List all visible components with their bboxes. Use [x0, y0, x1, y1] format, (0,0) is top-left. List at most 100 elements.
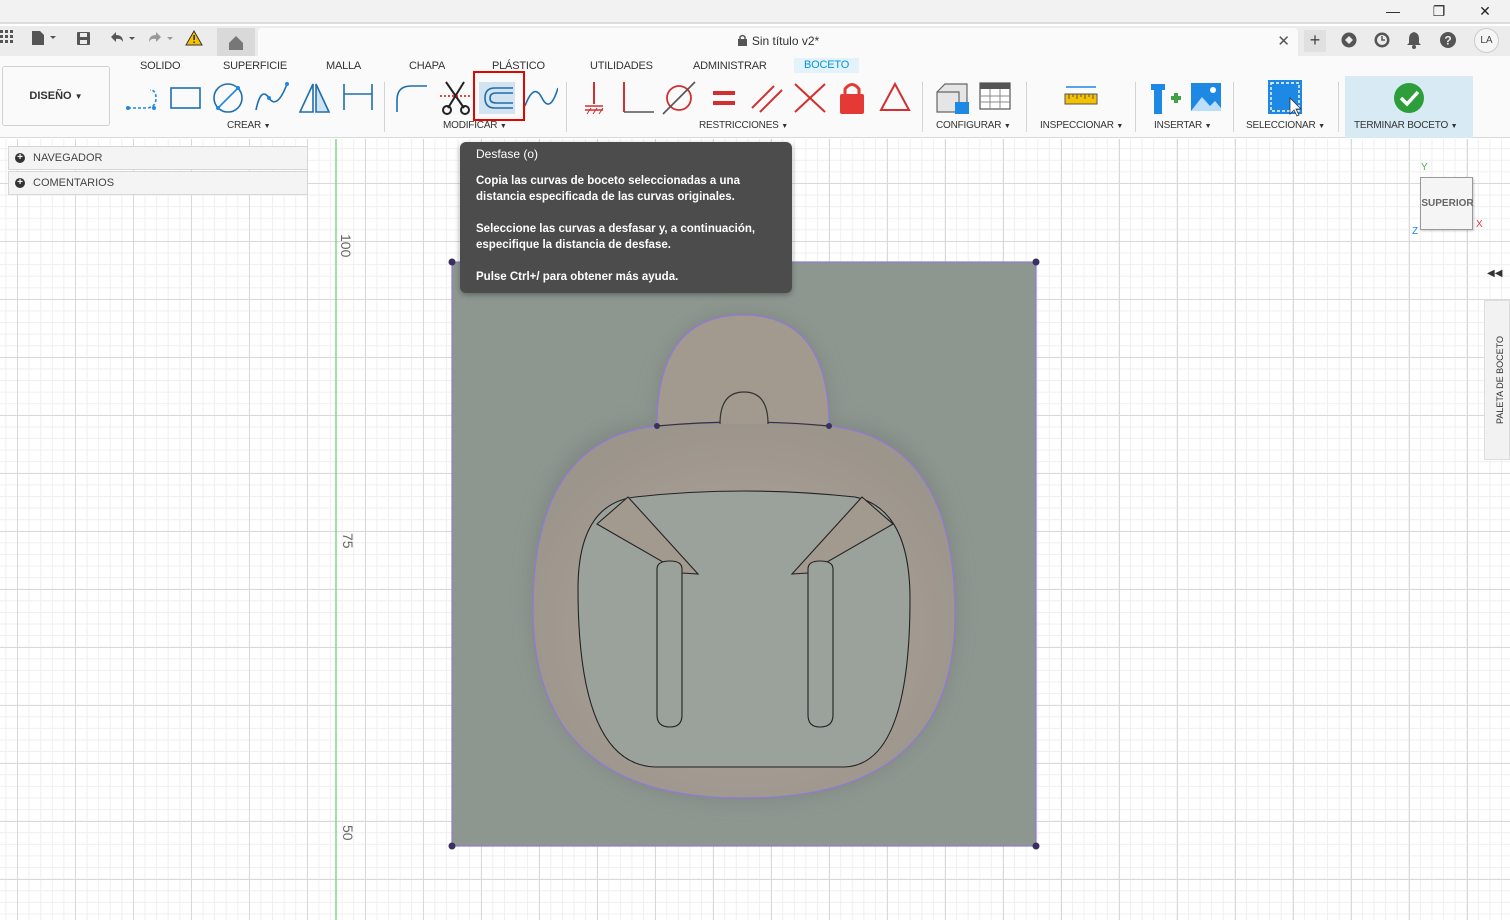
separator [922, 82, 923, 132]
axis-x-label: X [1476, 219, 1483, 230]
chevron-down-icon: ▼ [263, 123, 271, 130]
group-crear[interactable]: CREAR ▼ [227, 120, 271, 131]
navegador-panel[interactable]: + NAVEGADOR [8, 146, 308, 170]
tab-boceto[interactable]: BOCETO [794, 58, 860, 73]
help-icon[interactable]: ? [1439, 31, 1457, 53]
tab-utilidades[interactable]: UTILIDADES [590, 60, 653, 72]
project-tool-icon[interactable] [522, 78, 558, 118]
fillet-tool-icon[interactable] [393, 78, 429, 118]
group-restricciones[interactable]: RESTRICCIONES ▼ [699, 120, 788, 131]
svg-text:?: ? [1444, 34, 1451, 48]
dimension-tool-icon[interactable] [339, 78, 375, 118]
insert-canvas-icon[interactable] [1188, 78, 1224, 118]
tooltip-help-hint: Pulse Ctrl+/ para obtener más ayuda. [476, 271, 679, 283]
insert-mcmaster-icon[interactable] [1147, 78, 1183, 118]
group-modificar-label: MODIFICAR [443, 120, 498, 131]
job-status-icon[interactable] [1373, 31, 1391, 53]
sketch-point[interactable] [826, 423, 832, 429]
comentarios-label: COMENTARIOS [33, 177, 115, 189]
right-eye-slot[interactable] [807, 560, 834, 728]
tooltip-instructions: Seleccione las curvas a desfasar y, a co… [476, 223, 756, 251]
sketch-palette-tab[interactable]: PALETA DE BOCETO [1484, 300, 1510, 460]
separator [384, 82, 385, 132]
sketch-palette-label: PALETA DE BOCETO [1495, 335, 1505, 425]
group-modificar[interactable]: MODIFICAR ▼ [443, 120, 507, 131]
group-seleccionar-label: SELECCIONAR [1246, 120, 1316, 131]
equal-constraint-icon[interactable] [705, 78, 741, 118]
ruler-label: 50 [340, 825, 356, 841]
group-inspeccionar[interactable]: INSPECCIONAR ▼ [1040, 120, 1123, 131]
collapse-palette-icon[interactable]: ◀◀ [1487, 268, 1502, 279]
separator [566, 82, 567, 132]
sketch-settings-icon[interactable] [977, 78, 1013, 118]
symmetry-constraint-icon[interactable] [877, 78, 913, 118]
sketch-point[interactable] [654, 423, 660, 429]
tab-administrar[interactable]: ADMINISTRAR [693, 60, 767, 72]
spline-tool-icon[interactable] [253, 78, 289, 118]
file-menu-icon[interactable] [30, 30, 60, 50]
document-tab[interactable]: Sin título v2* ✕ [258, 28, 1298, 56]
save-icon[interactable] [76, 31, 91, 50]
notifications-icon[interactable] [1406, 31, 1422, 53]
tab-superficie[interactable]: SUPERFICIE [223, 60, 287, 72]
comentarios-panel[interactable]: + COMENTARIOS [8, 171, 308, 195]
view-cube[interactable]: SUPERIOR [1420, 177, 1474, 230]
extensions-icon[interactable] [1340, 31, 1358, 53]
group-seleccionar[interactable]: SELECCIONAR ▼ [1246, 120, 1325, 131]
sketch-point[interactable] [1032, 842, 1040, 850]
ribbon-toolbar: DISEÑO ▼ SOLIDO SUPERFICIE MALLA CHAPA P… [0, 56, 1510, 138]
fix-constraint-icon[interactable] [834, 78, 870, 118]
group-inspeccionar-label: INSPECCIONAR [1040, 120, 1114, 131]
chevron-down-icon: ▼ [781, 123, 788, 130]
group-insertar-label: INSERTAR [1154, 120, 1203, 131]
tooltip-title: Desfase (o) [476, 147, 539, 161]
finish-sketch-button[interactable]: TERMINAR BOCETO ▼ [1345, 76, 1473, 138]
trim-tool-icon[interactable] [438, 78, 474, 118]
group-insertar[interactable]: INSERTAR ▼ [1154, 120, 1212, 131]
undo-icon[interactable] [108, 30, 138, 50]
parallel-constraint-icon[interactable] [748, 78, 784, 118]
mirror-tool-icon[interactable] [296, 78, 332, 118]
measure-icon[interactable] [1063, 78, 1099, 118]
expand-icon[interactable]: + [15, 178, 25, 188]
coincident-constraint-icon[interactable] [577, 78, 613, 118]
lock-icon [737, 34, 748, 50]
circle-tool-icon[interactable] [210, 78, 246, 118]
minimize-icon[interactable]: — [1370, 0, 1416, 22]
tab-malla[interactable]: MALLA [326, 60, 361, 72]
user-avatar[interactable]: LA [1474, 28, 1499, 53]
select-icon[interactable] [1266, 78, 1302, 118]
restore-icon[interactable]: ❐ [1416, 0, 1462, 22]
rectangle-tool-icon[interactable] [167, 78, 203, 118]
chevron-down-icon: ▼ [499, 123, 507, 130]
close-tab-icon[interactable]: ✕ [1277, 32, 1290, 50]
expand-icon[interactable]: + [15, 153, 25, 163]
ruler-label: 100 [338, 234, 354, 258]
sketch-point[interactable] [448, 842, 456, 850]
redo-icon[interactable] [146, 30, 176, 50]
sketch-point[interactable] [1032, 258, 1040, 266]
warning-icon[interactable] [185, 29, 203, 50]
sketch-point[interactable] [448, 258, 456, 266]
workspace-switcher[interactable]: DISEÑO ▼ [2, 66, 110, 126]
separator [1026, 82, 1027, 132]
group-configurar[interactable]: CONFIGURAR ▼ [936, 120, 1011, 131]
perpendicular-constraint-icon[interactable] [620, 78, 656, 118]
group-configurar-label: CONFIGURAR [936, 120, 1002, 131]
tab-solido[interactable]: SOLIDO [140, 60, 181, 72]
app-grid-icon[interactable] [0, 30, 14, 48]
left-eye-slot[interactable] [656, 560, 683, 728]
home-tab[interactable] [217, 28, 255, 56]
new-tab-icon[interactable]: + [1304, 30, 1326, 52]
tangent-constraint-icon[interactable] [661, 78, 697, 118]
close-icon[interactable]: ✕ [1462, 0, 1508, 22]
axis-y-label: Y [1421, 162, 1428, 173]
group-crear-label: CREAR [227, 120, 262, 131]
tab-chapa[interactable]: CHAPA [409, 60, 445, 72]
line-tool-icon[interactable] [124, 78, 160, 118]
sketch-grid-icon[interactable] [933, 78, 969, 118]
group-restricciones-label: RESTRICCIONES [699, 120, 779, 131]
axis-z-label: Z [1412, 226, 1419, 237]
document-title: Sin título v2* [258, 34, 1298, 50]
midpoint-constraint-icon[interactable] [791, 78, 827, 118]
